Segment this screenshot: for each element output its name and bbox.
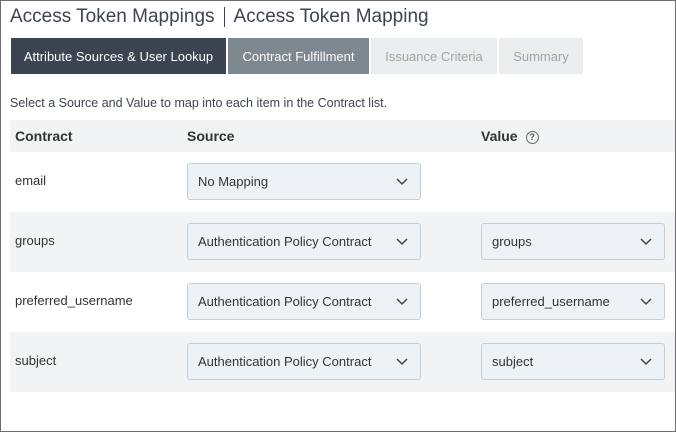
column-header-source: Source <box>187 128 235 144</box>
source-select-value: No Mapping <box>198 174 269 189</box>
chevron-down-icon <box>396 298 408 306</box>
value-select[interactable]: subject <box>481 343 665 380</box>
tab-issuance-criteria[interactable]: Issuance Criteria <box>371 38 497 74</box>
value-select[interactable]: groups <box>481 223 665 260</box>
page-subtitle: Access Token Mapping <box>233 6 429 27</box>
value-select-value: groups <box>492 234 532 249</box>
section-title: Access Token Mappings <box>10 6 215 27</box>
table-row-email: email No Mapping <box>10 152 675 212</box>
column-header-contract: Contract <box>15 128 73 144</box>
table-row-subject: subject Authentication Policy Contract s… <box>10 332 675 392</box>
contract-label: email <box>15 173 47 188</box>
contract-label: subject <box>15 353 57 368</box>
source-select-value: Authentication Policy Contract <box>198 294 372 309</box>
contract-mapping-table: Contract Source Value? email No Mapping … <box>10 120 675 392</box>
tab-attribute-sources[interactable]: Attribute Sources & User Lookup <box>11 38 226 74</box>
value-select-value: subject <box>492 354 534 369</box>
column-header-value-label: Value <box>481 128 518 144</box>
wizard-tabs: Attribute Sources & User Lookup Contract… <box>11 38 583 74</box>
table-row-preferred-username: preferred_username Authentication Policy… <box>10 272 675 332</box>
source-select-value: Authentication Policy Contract <box>198 234 372 249</box>
source-select[interactable]: No Mapping <box>187 163 421 200</box>
source-select[interactable]: Authentication Policy Contract <box>187 283 421 320</box>
chevron-down-icon <box>640 358 652 366</box>
value-select[interactable]: preferred_username <box>481 283 665 320</box>
contract-label: groups <box>15 233 55 248</box>
table-header: Contract Source Value? <box>10 120 675 152</box>
help-icon[interactable]: ? <box>525 131 539 144</box>
chevron-down-icon <box>396 358 408 366</box>
source-select-value: Authentication Policy Contract <box>198 354 372 369</box>
value-select-value: preferred_username <box>492 294 610 309</box>
chevron-down-icon <box>640 298 652 306</box>
source-select[interactable]: Authentication Policy Contract <box>187 343 421 380</box>
chevron-down-icon <box>640 238 652 246</box>
chevron-down-icon <box>396 238 408 246</box>
instructions-text: Select a Source and Value to map into ea… <box>10 96 388 110</box>
tab-contract-fulfillment[interactable]: Contract Fulfillment <box>228 38 369 74</box>
table-row-groups: groups Authentication Policy Contract gr… <box>10 212 675 272</box>
title-separator <box>223 7 225 27</box>
column-header-value: Value? <box>481 128 539 144</box>
chevron-down-icon <box>396 178 408 186</box>
tab-summary[interactable]: Summary <box>499 38 583 74</box>
page-title: Access Token Mappings Access Token Mappi… <box>10 5 429 29</box>
source-select[interactable]: Authentication Policy Contract <box>187 223 421 260</box>
contract-label: preferred_username <box>15 293 133 308</box>
